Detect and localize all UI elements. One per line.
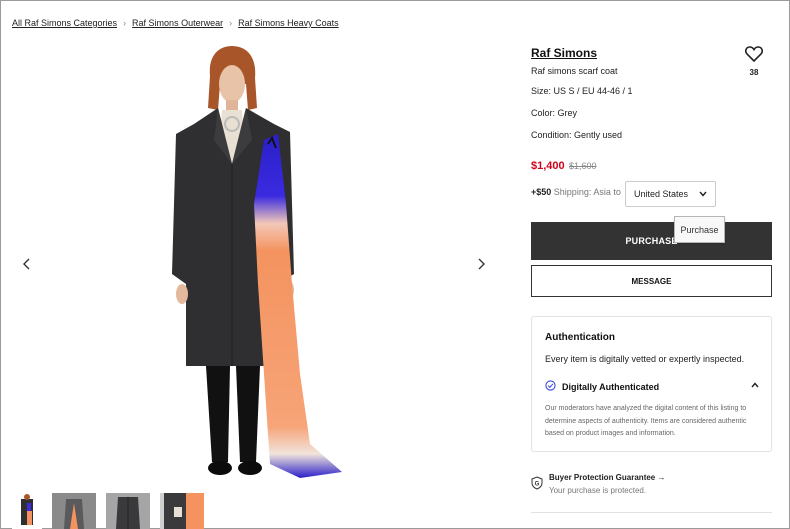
current-price: $1,400 (531, 160, 565, 172)
thumbnail-2[interactable] (52, 493, 96, 529)
breadcrumb: All Raf Simons Categories › Raf Simons O… (12, 18, 339, 28)
thumbnail-strip (12, 493, 204, 529)
digitally-authenticated-label: Digitally Authenticated (562, 382, 660, 392)
breadcrumb-link-outerwear[interactable]: Raf Simons Outerwear (132, 18, 223, 28)
breadcrumb-separator-icon: › (229, 18, 233, 28)
chevron-down-icon (699, 189, 707, 199)
product-title: Raf simons scarf coat (531, 66, 618, 76)
product-image (172, 46, 342, 478)
chevron-up-icon[interactable] (751, 380, 759, 390)
favorite-count: 38 (749, 68, 759, 77)
product-size: Size: US S / EU 44-46 / 1 (531, 86, 633, 96)
original-price: $1,600 (569, 161, 597, 171)
svg-text:G: G (535, 482, 540, 488)
heart-icon[interactable] (743, 46, 765, 67)
thumbnail-1[interactable] (12, 493, 42, 529)
shield-icon: G (531, 476, 543, 490)
brand-link[interactable]: Raf Simons (531, 46, 597, 60)
authentication-body: Our moderators have analyzed the digital… (545, 405, 747, 437)
product-condition: Condition: Gently used (531, 130, 623, 140)
thumbnail-3[interactable] (106, 493, 150, 529)
shipping-info: +$50 Shipping: Asia to (531, 187, 621, 197)
divider (531, 512, 772, 513)
product-color: Color: Grey (531, 108, 578, 118)
chevron-left-icon[interactable] (19, 258, 35, 274)
chevron-right-icon[interactable] (473, 258, 489, 274)
authentication-title: Authentication (545, 332, 615, 343)
shipping-country-select[interactable]: United States (625, 181, 716, 207)
authentication-card: Authentication Every item is digitally v… (531, 316, 772, 452)
verified-check-icon (545, 380, 556, 391)
purchase-tooltip: Purchase (674, 216, 725, 243)
breadcrumb-link-heavy-coats[interactable]: Raf Simons Heavy Coats (238, 18, 339, 28)
shipping-country-value: United States (634, 189, 689, 199)
message-button[interactable]: MESSAGE (531, 265, 772, 297)
purchase-button[interactable]: PURCHASE (531, 222, 772, 260)
product-gallery (10, 38, 498, 488)
thumbnail-4[interactable] (160, 493, 204, 529)
breadcrumb-link-categories[interactable]: All Raf Simons Categories (12, 18, 117, 28)
buyer-protection-subtitle: Your purchase is protected. (549, 486, 647, 495)
authentication-description: Every item is digitally vetted or expert… (545, 354, 745, 364)
breadcrumb-separator-icon: › (123, 18, 127, 28)
shipping-label: Shipping: Asia to (553, 187, 621, 197)
shipping-cost: +$50 (531, 187, 552, 197)
buyer-protection-link[interactable]: Buyer Protection Guarantee → (549, 473, 665, 482)
